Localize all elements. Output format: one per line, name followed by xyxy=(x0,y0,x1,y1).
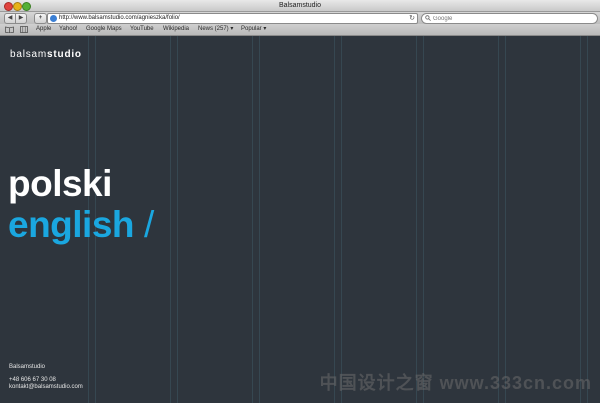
bookmark-popular[interactable]: Popular ▾ xyxy=(241,24,266,35)
language-link-polish[interactable]: polski xyxy=(8,162,112,206)
grid-column-line xyxy=(259,36,260,403)
bookmark-news[interactable]: News (257) ▾ xyxy=(198,24,233,35)
address-bar[interactable]: http://www.balsamstudio.com/agnieszka/fo… xyxy=(47,13,418,24)
footer-company-name: Balsamstudio xyxy=(9,364,46,370)
grid-column-line xyxy=(587,36,588,403)
search-input[interactable] xyxy=(433,14,583,23)
window-title: Balsamstudio xyxy=(278,2,322,9)
grid-column-line xyxy=(423,36,424,403)
forward-arrow-icon: ▶ xyxy=(18,15,24,21)
bookmark-wikipedia[interactable]: Wikipedia xyxy=(163,24,189,35)
back-arrow-icon: ◀ xyxy=(7,15,13,21)
grid-column-line xyxy=(177,36,178,403)
search-icon xyxy=(425,15,431,24)
grid-column-line xyxy=(505,36,506,403)
grid-column-line xyxy=(334,36,335,403)
bookmark-youtube[interactable]: YouTube xyxy=(130,24,154,35)
open-book-icon[interactable] xyxy=(5,26,14,36)
grid-icon[interactable] xyxy=(20,26,28,36)
url-text[interactable]: http://www.balsamstudio.com/agnieszka/fo… xyxy=(59,14,180,23)
bookmark-apple[interactable]: Apple xyxy=(36,24,51,35)
window-titlebar: Balsamstudio xyxy=(0,0,600,12)
grid-column-line xyxy=(252,36,253,403)
logo-text-bold: studio xyxy=(47,49,82,60)
logo-text-light: balsam xyxy=(10,49,48,60)
browser-toolbar: ◀ ▶ + http://www.balsamstudio.com/agnies… xyxy=(0,12,600,24)
language-link-english[interactable]: english xyxy=(8,203,135,247)
language-separator: / xyxy=(144,204,155,245)
page-content: balsamstudio polski english / Balsamstud… xyxy=(0,36,600,403)
footer-email[interactable]: kontakt@balsamstudio.com xyxy=(9,384,83,390)
grid-column-line xyxy=(580,36,581,403)
grid-column-line xyxy=(170,36,171,403)
grid-column-line xyxy=(416,36,417,403)
search-bar[interactable] xyxy=(421,13,598,24)
reload-icon[interactable]: ↻ xyxy=(409,14,415,23)
bookmark-yahoo[interactable]: Yahoo! xyxy=(59,24,78,35)
bookmarks-bar: Apple Yahoo! Google Maps YouTube Wikiped… xyxy=(0,24,600,36)
grid-column-line xyxy=(341,36,342,403)
forward-button[interactable]: ▶ xyxy=(15,13,27,24)
site-watermark: 中国设计之窗 www.333cn.com xyxy=(319,373,592,393)
footer-phone: +48 606 67 30 08 xyxy=(9,377,56,383)
globe-icon xyxy=(50,15,57,22)
site-logo[interactable]: balsamstudio xyxy=(10,49,82,60)
plus-icon: + xyxy=(38,15,43,21)
add-bookmark-button[interactable]: + xyxy=(34,13,47,24)
bookmark-google-maps[interactable]: Google Maps xyxy=(86,24,122,35)
grid-column-line xyxy=(498,36,499,403)
